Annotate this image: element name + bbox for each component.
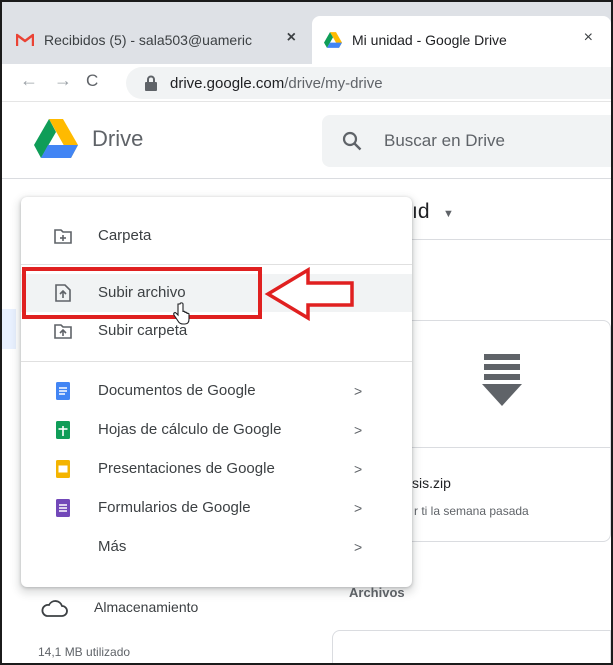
menu-item-label: Presentaciones de Google xyxy=(98,460,275,477)
docs-icon xyxy=(56,382,70,400)
search-icon[interactable] xyxy=(342,131,362,151)
reload-button[interactable]: C xyxy=(86,71,98,91)
folder-upload-icon xyxy=(54,324,72,339)
tab-gmail[interactable]: Recibidos (5) - sala503@uameric × xyxy=(16,16,308,64)
menu-item-new-folder[interactable]: Carpeta xyxy=(21,217,412,255)
lock-icon xyxy=(145,75,157,91)
chevron-right-icon: > xyxy=(354,500,363,516)
chevron-right-icon: > xyxy=(354,422,363,438)
search-box[interactable] xyxy=(322,115,611,167)
page-title[interactable]: ıd xyxy=(412,200,430,224)
slides-icon xyxy=(56,460,70,478)
storage-label[interactable]: Almacenamiento xyxy=(94,599,198,615)
file-subtitle: r ti la semana pasada xyxy=(414,504,529,518)
new-menu: Carpeta Subir archivo Subir carpeta Docu… xyxy=(21,197,412,587)
app-name[interactable]: Drive xyxy=(92,126,143,152)
files-section-heading: Archivos xyxy=(349,585,405,600)
forms-icon xyxy=(56,499,70,517)
close-tab-icon[interactable]: × xyxy=(584,29,593,47)
drive-logo-icon[interactable] xyxy=(34,119,78,159)
hand-cursor-icon xyxy=(173,302,190,325)
menu-item-label: Hojas de cálculo de Google xyxy=(98,421,282,438)
menu-item-google-docs[interactable]: Documentos de Google > xyxy=(21,372,412,410)
annotation-arrow-icon xyxy=(264,267,354,321)
browser-window: Recibidos (5) - sala503@uameric × Mi uni… xyxy=(0,0,613,665)
menu-divider xyxy=(21,361,412,362)
forward-button[interactable]: → xyxy=(54,70,72,91)
url-path: /drive/my-drive xyxy=(284,74,383,92)
address-bar[interactable]: drive.google.com/drive/my-drive xyxy=(126,67,611,99)
tab-title: Recibidos (5) - sala503@uameric xyxy=(44,32,252,48)
tab-strip: Recibidos (5) - sala503@uameric × Mi uni… xyxy=(2,2,611,64)
sidebar-selected-item[interactable] xyxy=(2,309,16,349)
address-toolbar: ← → C drive.google.com/drive/my-drive xyxy=(2,64,611,102)
annotation-highlight-box xyxy=(22,267,262,319)
storage-used: 14,1 MB utilizado xyxy=(38,645,131,659)
menu-item-label: Carpeta xyxy=(98,227,152,244)
menu-item-label: Documentos de Google xyxy=(98,382,256,399)
menu-item-google-forms[interactable]: Formularios de Google > xyxy=(21,489,412,527)
url-host: drive.google.com xyxy=(170,74,285,92)
menu-divider xyxy=(21,264,412,265)
zip-file-icon xyxy=(482,354,522,406)
menu-item-label: Más xyxy=(98,538,127,555)
close-tab-icon[interactable]: × xyxy=(287,29,296,47)
menu-item-more[interactable]: Más > xyxy=(21,528,412,566)
search-input[interactable] xyxy=(384,131,584,151)
chevron-down-icon[interactable]: ▼ xyxy=(443,208,454,220)
tab-drive[interactable]: Mi unidad - Google Drive × xyxy=(312,16,611,64)
chevron-right-icon: > xyxy=(354,461,363,477)
file-name[interactable]: sis.zip xyxy=(412,475,451,491)
chevron-right-icon: > xyxy=(354,539,363,555)
menu-item-google-sheets[interactable]: Hojas de cálculo de Google > xyxy=(21,411,412,449)
drive-header: Drive xyxy=(2,103,611,179)
menu-item-google-slides[interactable]: Presentaciones de Google > xyxy=(21,450,412,488)
cloud-icon xyxy=(41,600,68,617)
new-folder-icon xyxy=(54,229,72,244)
chevron-right-icon: > xyxy=(354,383,363,399)
menu-item-label: Formularios de Google xyxy=(98,499,251,516)
gmail-icon xyxy=(16,33,34,46)
back-button[interactable]: ← xyxy=(20,70,38,91)
sheets-icon xyxy=(56,421,70,439)
drive-icon xyxy=(324,32,342,48)
file-card[interactable] xyxy=(332,630,611,663)
tab-title: Mi unidad - Google Drive xyxy=(352,32,507,48)
